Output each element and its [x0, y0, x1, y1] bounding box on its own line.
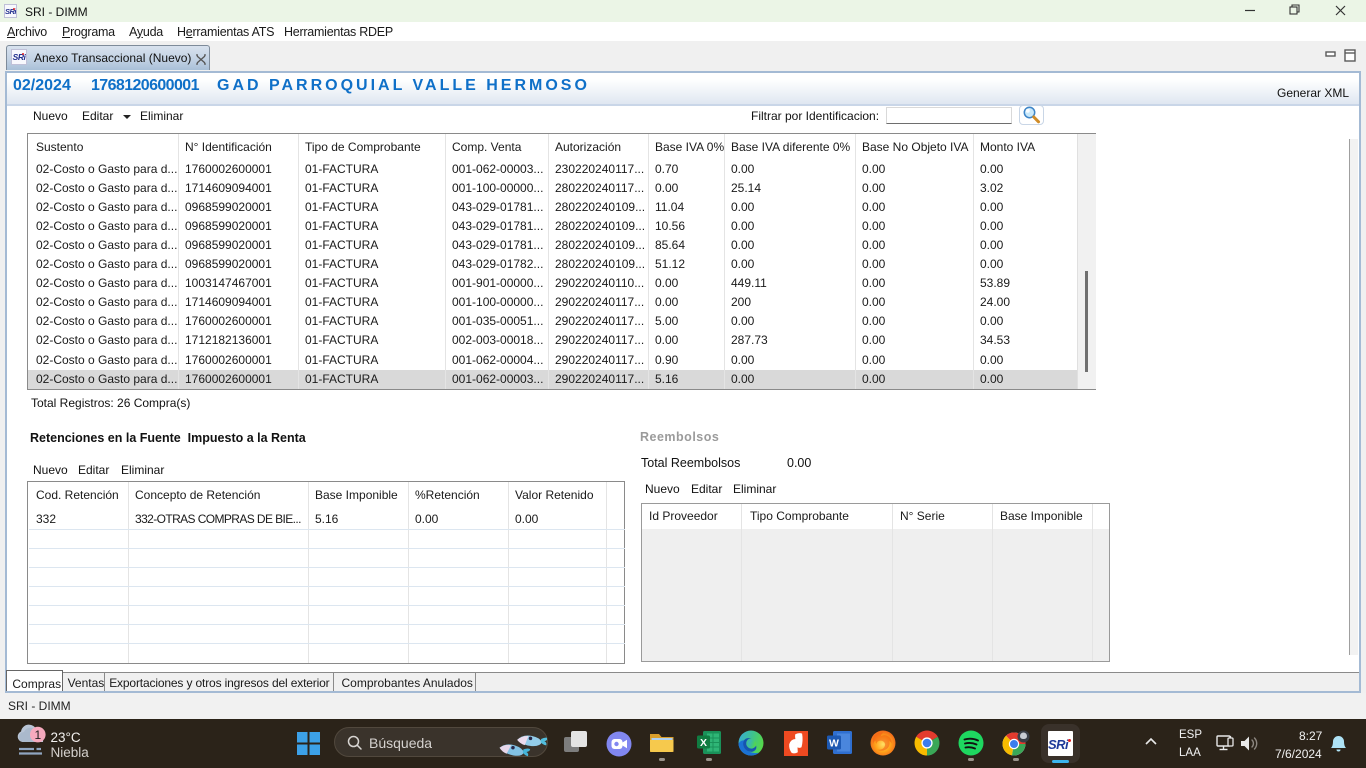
svg-text:W: W [829, 738, 839, 750]
svg-text:1: 1 [34, 728, 41, 742]
svg-text:X: X [700, 737, 707, 749]
